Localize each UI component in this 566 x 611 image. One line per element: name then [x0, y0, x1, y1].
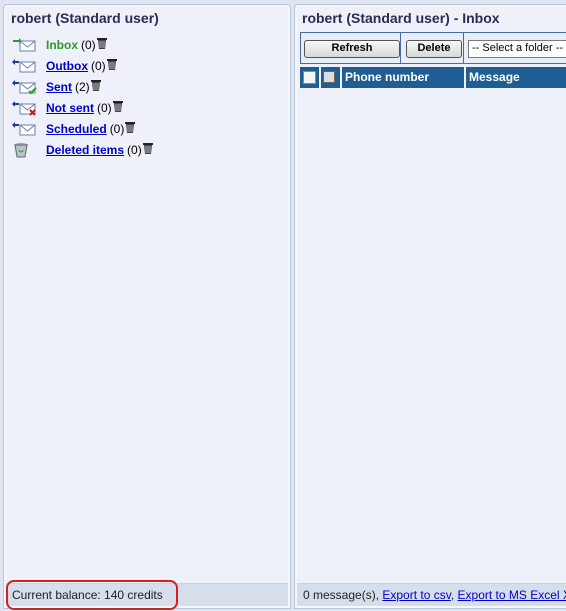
folder-link-outbox[interactable]: Outbox — [46, 59, 88, 73]
message-grid-header: Phone number Message — [300, 67, 566, 88]
folder-link-scheduled[interactable]: Scheduled — [46, 122, 107, 136]
folder-select[interactable]: -- Select a folder -- — [468, 40, 566, 58]
folders-panel: robert (Standard user) Inbox (0) Outbox … — [3, 4, 291, 610]
folder-item-deleted-items: Deleted items (0) — [12, 139, 290, 160]
refresh-button[interactable]: Refresh — [304, 40, 400, 58]
column-message[interactable]: Message — [466, 67, 566, 88]
column-phone-number[interactable]: Phone number — [342, 67, 464, 88]
folder-count: (0) — [127, 142, 142, 157]
message-type-icon — [323, 71, 335, 83]
balance-text: Current balance: 140 credits — [12, 588, 163, 602]
export-csv-link[interactable]: Export to csv — [382, 588, 450, 602]
balance-status-bar: Current balance: 140 credits — [6, 580, 288, 610]
folder-item-inbox: Inbox (0) — [12, 34, 290, 55]
empty-folder-icon[interactable] — [142, 142, 153, 154]
folder-list: Inbox (0) Outbox (0) Sent (2) Not sent (… — [4, 28, 290, 160]
empty-folder-icon[interactable] — [106, 58, 117, 70]
mail-out-icon — [12, 58, 38, 74]
folder-count: (0) — [97, 100, 112, 115]
mail-in-icon — [12, 37, 38, 53]
message-count: 0 message(s), — [303, 588, 380, 602]
select-all-checkbox[interactable] — [303, 71, 316, 84]
folder-count: (0) — [109, 121, 125, 136]
message-type-column — [321, 67, 340, 88]
panel-title: robert (Standard user) — [11, 10, 159, 26]
folder-link-inbox[interactable]: Inbox — [46, 38, 78, 52]
panel-title: robert (Standard user) - Inbox — [302, 10, 500, 26]
mail-scheduled-icon — [12, 121, 38, 137]
delete-button[interactable]: Delete — [406, 40, 462, 58]
folder-link-deleted-items[interactable]: Deleted items — [46, 143, 124, 157]
mail-sent-icon — [12, 79, 38, 95]
folder-item-outbox: Outbox (0) — [12, 55, 290, 76]
folder-link-not-sent[interactable]: Not sent — [46, 101, 94, 115]
inbox-status-bar: 0 message(s), Export to csv, Export to M… — [297, 583, 566, 606]
select-all-cell — [300, 67, 319, 88]
folder-count: (0) — [81, 37, 96, 52]
folder-item-scheduled: Scheduled (0) — [12, 118, 290, 139]
empty-folder-icon[interactable] — [125, 121, 136, 133]
export-excel-link[interactable]: Export to MS Excel X — [458, 588, 566, 602]
recycle-bin-icon — [12, 142, 38, 158]
folder-count: (2) — [75, 79, 90, 94]
mail-failed-icon — [12, 100, 38, 116]
folder-item-not-sent: Not sent (0) — [12, 97, 290, 118]
empty-folder-icon[interactable] — [112, 100, 123, 112]
folder-link-sent[interactable]: Sent — [46, 80, 72, 94]
folder-count: (0) — [91, 58, 106, 73]
empty-folder-icon[interactable] — [96, 37, 107, 49]
folder-item-sent: Sent (2) — [12, 76, 290, 97]
empty-folder-icon[interactable] — [90, 79, 101, 91]
inbox-toolbar: Refresh Delete -- Select a folder -- — [300, 32, 566, 64]
inbox-panel: robert (Standard user) - Inbox Refresh D… — [294, 4, 566, 609]
